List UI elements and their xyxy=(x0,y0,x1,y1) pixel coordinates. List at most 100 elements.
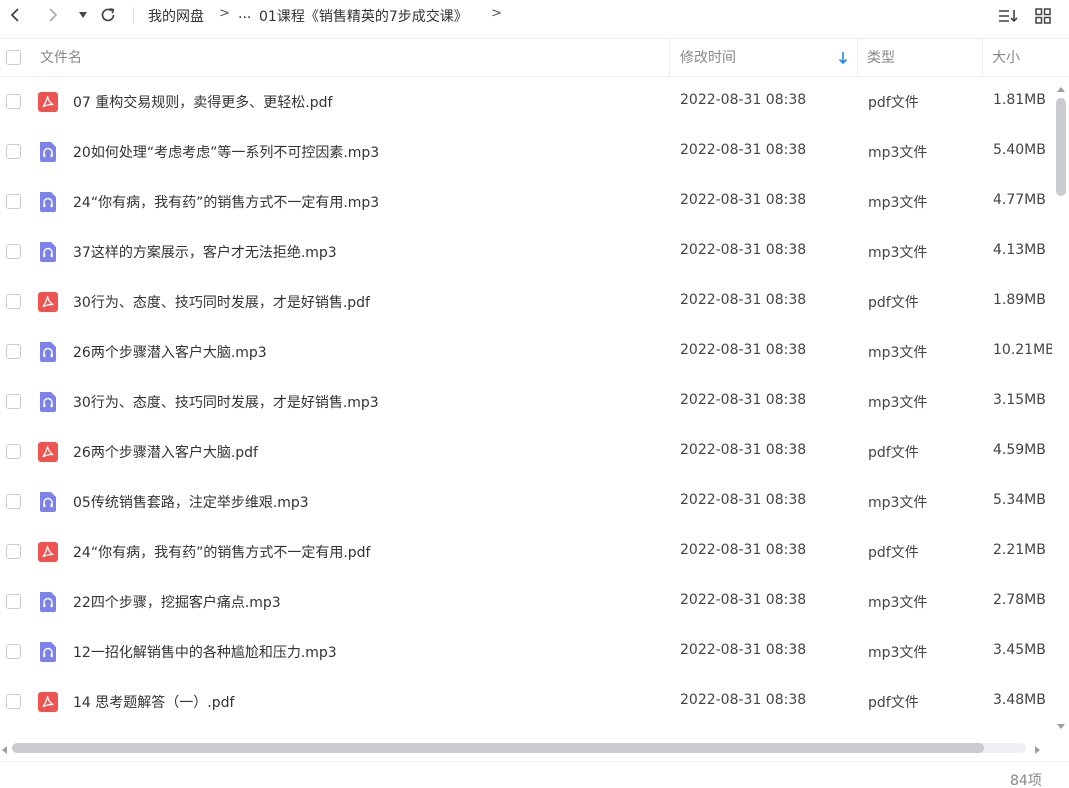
audio-icon xyxy=(38,242,58,262)
audio-icon xyxy=(38,392,58,412)
file-modified-time: 2022-08-31 08:38 xyxy=(680,442,807,458)
row-checkbox[interactable] xyxy=(6,444,21,459)
file-size: 10.21MB xyxy=(993,342,1052,358)
file-row[interactable]: 20如何处理“考虑考虑”等一系列不可控因素.mp3 2022-08-31 08:… xyxy=(0,127,1052,177)
pdf-icon xyxy=(38,442,58,462)
file-type: pdf文件 xyxy=(868,295,919,311)
row-checkbox[interactable] xyxy=(6,594,21,609)
file-name: 22四个步骤，挖掘客户痛点.mp3 xyxy=(73,595,281,611)
file-type: mp3文件 xyxy=(868,195,928,211)
audio-icon xyxy=(38,192,58,212)
file-name: 07 重构交易规则，卖得更多、更轻松.pdf xyxy=(73,95,333,111)
row-checkbox[interactable] xyxy=(6,494,21,509)
file-size: 1.81MB xyxy=(993,92,1046,108)
file-modified-time: 2022-08-31 08:38 xyxy=(680,142,807,158)
column-divider xyxy=(857,39,858,77)
scroll-right-arrow-icon[interactable] xyxy=(1034,743,1042,759)
file-modified-time: 2022-08-31 08:38 xyxy=(680,342,807,358)
row-checkbox[interactable] xyxy=(6,344,21,359)
breadcrumb-separator: > xyxy=(219,6,230,21)
file-row[interactable]: 37这样的方案展示，客户才无法拒绝.mp3 2022-08-31 08:38 m… xyxy=(0,227,1052,277)
file-modified-time: 2022-08-31 08:38 xyxy=(680,92,807,108)
file-row[interactable]: 26两个步骤潜入客户大脑.pdf 2022-08-31 08:38 pdf文件 … xyxy=(0,427,1052,477)
grid-view-button[interactable] xyxy=(1032,5,1054,27)
breadcrumb-ellipsis[interactable]: ... xyxy=(238,6,251,22)
history-dropdown-button[interactable] xyxy=(72,4,94,26)
file-size: 5.34MB xyxy=(993,492,1046,508)
file-size: 3.48MB xyxy=(993,692,1046,708)
row-checkbox[interactable] xyxy=(6,544,21,559)
row-checkbox[interactable] xyxy=(6,694,21,709)
row-checkbox[interactable] xyxy=(6,394,21,409)
grid-icon xyxy=(1035,8,1051,24)
row-checkbox[interactable] xyxy=(6,94,21,109)
audio-icon xyxy=(38,642,58,662)
column-header-type[interactable]: 类型 xyxy=(867,39,895,77)
file-size: 2.78MB xyxy=(993,592,1046,608)
file-row[interactable]: 24“你有病，我有药”的销售方式不一定有用.mp3 2022-08-31 08:… xyxy=(0,177,1052,227)
file-type: mp3文件 xyxy=(868,145,928,161)
breadcrumb-root[interactable]: 我的网盘 xyxy=(148,6,204,26)
vertical-scrollbar-thumb[interactable] xyxy=(1056,98,1066,196)
file-type: pdf文件 xyxy=(868,545,919,561)
file-row[interactable]: 24“你有病，我有药”的销售方式不一定有用.pdf 2022-08-31 08:… xyxy=(0,527,1052,577)
file-type: mp3文件 xyxy=(868,495,928,511)
file-row[interactable]: 22四个步骤，挖掘客户痛点.mp3 2022-08-31 08:38 mp3文件… xyxy=(0,577,1052,627)
file-row[interactable]: 30行为、态度、技巧同时发展，才是好销售.pdf 2022-08-31 08:3… xyxy=(0,277,1052,327)
file-list: 07 重构交易规则，卖得更多、更轻松.pdf 2022-08-31 08:38 … xyxy=(0,77,1052,727)
file-row[interactable]: 14 思考题解答（一）.pdf 2022-08-31 08:38 pdf文件 3… xyxy=(0,677,1052,727)
row-checkbox[interactable] xyxy=(6,244,21,259)
sort-button[interactable] xyxy=(997,5,1019,27)
file-modified-time: 2022-08-31 08:38 xyxy=(680,692,807,708)
row-checkbox[interactable] xyxy=(6,644,21,659)
back-button[interactable] xyxy=(4,4,26,26)
file-row[interactable]: 12一招化解销售中的各种尴尬和压力.mp3 2022-08-31 08:38 m… xyxy=(0,627,1052,677)
forward-button[interactable] xyxy=(42,4,64,26)
file-modified-time: 2022-08-31 08:38 xyxy=(680,242,807,258)
file-row[interactable]: 26两个步骤潜入客户大脑.mp3 2022-08-31 08:38 mp3文件 … xyxy=(0,327,1052,377)
scroll-up-arrow-icon[interactable] xyxy=(1056,81,1066,97)
column-header-name[interactable]: 文件名 xyxy=(40,39,82,77)
row-checkbox[interactable] xyxy=(6,194,21,209)
toolbar-divider xyxy=(133,7,134,24)
audio-icon xyxy=(38,592,58,612)
file-row[interactable]: 05传统销售套路，注定举步维艰.mp3 2022-08-31 08:38 mp3… xyxy=(0,477,1052,527)
chevron-right-icon xyxy=(49,8,58,22)
sort-list-icon xyxy=(999,10,1018,23)
breadcrumb-current[interactable]: 01课程《销售精英的7步成交课》 xyxy=(259,6,468,26)
column-divider xyxy=(982,39,983,77)
audio-icon xyxy=(38,142,58,162)
file-modified-time: 2022-08-31 08:38 xyxy=(680,292,807,308)
file-row[interactable]: 30行为、态度、技巧同时发展，才是好销售.mp3 2022-08-31 08:3… xyxy=(0,377,1052,427)
sort-arrow-icon xyxy=(838,51,848,69)
scroll-left-arrow-icon[interactable] xyxy=(0,743,8,759)
file-modified-time: 2022-08-31 08:38 xyxy=(680,642,807,658)
file-modified-time: 2022-08-31 08:38 xyxy=(680,492,807,508)
file-name: 12一招化解销售中的各种尴尬和压力.mp3 xyxy=(73,645,337,661)
file-size: 5.40MB xyxy=(993,142,1046,158)
select-all-checkbox[interactable] xyxy=(6,50,21,65)
file-size: 1.89MB xyxy=(993,292,1046,308)
file-type: mp3文件 xyxy=(868,595,928,611)
file-size: 4.13MB xyxy=(993,242,1046,258)
scroll-down-arrow-icon[interactable] xyxy=(1056,719,1066,735)
row-checkbox[interactable] xyxy=(6,294,21,309)
column-header-modified[interactable]: 修改时间 xyxy=(680,39,736,77)
pdf-icon xyxy=(38,542,58,562)
column-header-size[interactable]: 大小 xyxy=(992,39,1020,77)
file-modified-time: 2022-08-31 08:38 xyxy=(680,542,807,558)
pdf-icon xyxy=(38,292,58,312)
horizontal-scrollbar-thumb[interactable] xyxy=(12,743,984,753)
file-type: pdf文件 xyxy=(868,445,919,461)
file-name: 20如何处理“考虑考虑”等一系列不可控因素.mp3 xyxy=(73,145,380,161)
file-name: 26两个步骤潜入客户大脑.pdf xyxy=(73,445,258,461)
file-name: 30行为、态度、技巧同时发展，才是好销售.pdf xyxy=(73,295,370,311)
file-size: 2.21MB xyxy=(993,542,1046,558)
refresh-button[interactable] xyxy=(97,4,119,26)
row-checkbox[interactable] xyxy=(6,144,21,159)
file-size: 4.77MB xyxy=(993,192,1046,208)
column-divider xyxy=(669,39,670,77)
file-name: 30行为、态度、技巧同时发展，才是好销售.mp3 xyxy=(73,395,379,411)
chevron-left-icon xyxy=(10,8,19,22)
file-row[interactable]: 07 重构交易规则，卖得更多、更轻松.pdf 2022-08-31 08:38 … xyxy=(0,77,1052,127)
